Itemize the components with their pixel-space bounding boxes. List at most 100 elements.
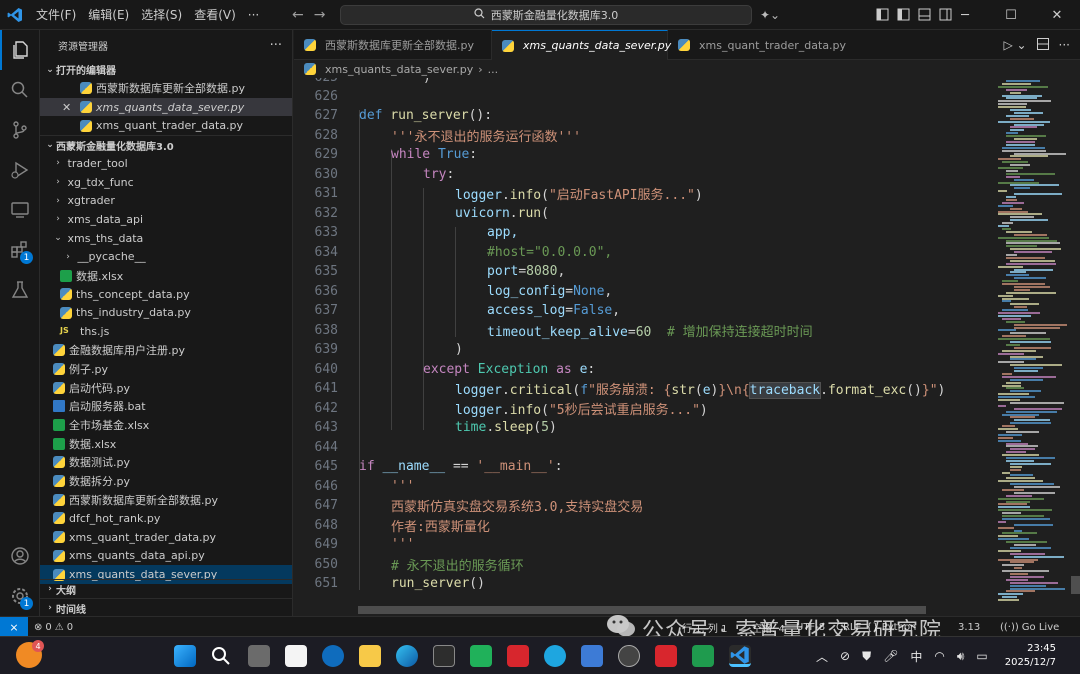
- tree-file[interactable]: 数据拆分.py: [40, 472, 292, 491]
- tree-file[interactable]: 数据测试.py: [40, 453, 292, 472]
- split-editor-icon[interactable]: [1036, 37, 1049, 53]
- copilot-icon[interactable]: ✦⌄: [760, 8, 780, 22]
- close-icon[interactable]: ✕: [1034, 0, 1080, 30]
- minimap-line: [998, 106, 1026, 109]
- battery-icon[interactable]: ▭: [976, 649, 987, 663]
- muted-icon[interactable]: ⊘: [840, 649, 850, 663]
- maximize-icon[interactable]: ☐: [988, 0, 1034, 30]
- volume-icon[interactable]: 🔊︎: [957, 649, 965, 664]
- open-editor-item-active[interactable]: ✕ xms_quants_data_sever.py: [40, 97, 292, 117]
- wifi-icon[interactable]: ◠: [934, 649, 944, 663]
- tree-file[interactable]: xms_quants_data_api.py: [40, 547, 292, 566]
- remote-indicator-icon[interactable]: ⨯: [0, 617, 28, 637]
- minimap-scrollbar[interactable]: [1071, 576, 1080, 594]
- windows-start-icon[interactable]: [174, 645, 196, 667]
- run-python-icon[interactable]: ▷ ⌄: [1003, 38, 1026, 52]
- tree-folder-xgtrader[interactable]: › xgtrader: [40, 191, 292, 210]
- tree-folder-trader-tool[interactable]: › trader_tool: [40, 154, 292, 173]
- open-editor-item[interactable]: 西蒙斯数据库更新全部数据.py: [40, 79, 292, 98]
- tab-update-all-data[interactable]: 西蒙斯数据库更新全部数据.py: [294, 30, 492, 60]
- menu-more[interactable]: ···: [242, 0, 265, 30]
- minimize-icon[interactable]: ─: [942, 0, 988, 30]
- menu-view[interactable]: 查看(V): [188, 0, 242, 30]
- close-editor-icon[interactable]: ✕: [62, 101, 71, 114]
- tree-file[interactable]: 启动服务器.bat: [40, 397, 292, 416]
- tree-folder-xms-data-api[interactable]: › xms_data_api: [40, 210, 292, 229]
- tree-folder-pycache[interactable]: › __pycache__: [40, 248, 292, 267]
- tree-file[interactable]: 西蒙斯数据库更新全部数据.py: [40, 490, 292, 509]
- workspace-header[interactable]: ⌄ 西蒙斯金融量化数据库3.0: [40, 135, 292, 154]
- timeline-header[interactable]: › 时间线: [40, 598, 292, 616]
- more-actions-icon[interactable]: ···: [1059, 38, 1070, 52]
- tree-file[interactable]: 例子.py: [40, 360, 292, 379]
- open-editors-header[interactable]: ⌄ 打开的编辑器: [40, 60, 292, 79]
- clock[interactable]: 23:45 2025/12/7: [1005, 642, 1056, 670]
- problems-indicator[interactable]: ⊗ 0 ⚠ 0: [34, 617, 73, 637]
- minimap-line: [1006, 477, 1035, 480]
- mic-icon[interactable]: 🎤︎: [883, 649, 898, 663]
- browser-e-icon[interactable]: [544, 645, 566, 667]
- toggle-panel-icon[interactable]: [918, 6, 931, 25]
- tree-file[interactable]: 全市场基金.xlsx: [40, 416, 292, 435]
- tree-file[interactable]: 数据.xlsx: [40, 434, 292, 453]
- tree-file[interactable]: 数据.xlsx: [40, 266, 292, 285]
- go-live[interactable]: ((·)) Go Live: [1000, 617, 1059, 637]
- tree-file[interactable]: dfcf_hot_rank.py: [40, 509, 292, 528]
- run-debug-icon[interactable]: [0, 150, 40, 190]
- layout-customize-icon[interactable]: [876, 6, 889, 25]
- taskbar-search-icon[interactable]: [210, 645, 232, 667]
- search-icon[interactable]: [0, 70, 40, 110]
- task-view-icon[interactable]: [248, 645, 270, 667]
- edge-icon[interactable]: [396, 645, 418, 667]
- minimap-line: [1006, 430, 1039, 433]
- chat-app-icon[interactable]: [692, 645, 714, 667]
- accounts-icon[interactable]: [0, 536, 40, 576]
- tree-folder-xms-ths-data[interactable]: ⌄ xms_ths_data: [40, 229, 292, 248]
- minimap-line: [1014, 233, 1047, 236]
- tab-xms-quants-data-sever[interactable]: xms_quants_data_sever.py ✕: [492, 30, 689, 60]
- testing-flask-icon[interactable]: [0, 270, 40, 310]
- microsoft-store-icon[interactable]: [285, 645, 307, 667]
- file-explorer-icon[interactable]: [359, 645, 381, 667]
- manage-gear-icon[interactable]: 1: [0, 576, 40, 616]
- tree-file[interactable]: xms_quant_trader_data.py: [40, 528, 292, 547]
- menu-edit[interactable]: 编辑(E): [82, 0, 135, 30]
- menu-file[interactable]: 文件(F): [30, 0, 82, 30]
- breadcrumb-symbols[interactable]: ...: [488, 63, 499, 76]
- ime-icon[interactable]: 中: [910, 648, 922, 665]
- tree-file[interactable]: 启动代码.py: [40, 378, 292, 397]
- red-app-icon[interactable]: [655, 645, 677, 667]
- back-arrow-icon[interactable]: ←: [292, 7, 304, 23]
- wps-icon[interactable]: [507, 645, 529, 667]
- breadcrumb-file[interactable]: xms_quants_data_sever.py: [325, 63, 473, 76]
- outlook-icon[interactable]: [322, 645, 344, 667]
- tree-file[interactable]: ths_industry_data.py: [40, 304, 292, 323]
- chevron-up-icon[interactable]: ︿: [816, 648, 828, 665]
- tree-file[interactable]: JS ths.js: [40, 322, 292, 341]
- tree-file[interactable]: ths_concept_data.py: [40, 285, 292, 304]
- more-actions-icon[interactable]: ···: [270, 38, 282, 53]
- tree-file[interactable]: 金融数据库用户注册.py: [40, 341, 292, 360]
- weather-widget-icon[interactable]: 4: [16, 640, 44, 668]
- command-center-search[interactable]: 西蒙斯金融量化数据库3.0: [340, 5, 752, 25]
- open-editor-item[interactable]: xms_quant_trader_data.py: [40, 116, 292, 135]
- source-control-icon[interactable]: [0, 110, 40, 150]
- green-app-icon[interactable]: [470, 645, 492, 667]
- menu-selection[interactable]: 选择(S): [135, 0, 188, 30]
- security-shield-icon[interactable]: ⛊: [862, 649, 871, 664]
- minimap[interactable]: [994, 78, 1080, 616]
- vscode-taskbar-icon[interactable]: [729, 645, 751, 667]
- toggle-primary-sidebar-icon[interactable]: [897, 6, 910, 25]
- tab-xms-quant-trader-data[interactable]: xms_quant_trader_data.py: [668, 30, 846, 60]
- outline-header[interactable]: › 大纲: [40, 579, 292, 598]
- extensions-icon[interactable]: 1: [0, 230, 40, 270]
- app-cube-icon[interactable]: [433, 645, 455, 667]
- tree-folder-xg-tdx-func[interactable]: › xg_tdx_func: [40, 173, 292, 192]
- remote-explorer-icon[interactable]: [0, 190, 40, 230]
- explorer-icon[interactable]: [0, 30, 40, 70]
- forward-arrow-icon[interactable]: →: [314, 7, 326, 23]
- app-circle-icon[interactable]: [618, 645, 640, 667]
- app-m-icon[interactable]: [581, 645, 603, 667]
- code-editor[interactable]: 625) 626 627def run_server(): 628'''永不退出…: [294, 78, 994, 616]
- python-version[interactable]: 3.13: [958, 617, 980, 637]
